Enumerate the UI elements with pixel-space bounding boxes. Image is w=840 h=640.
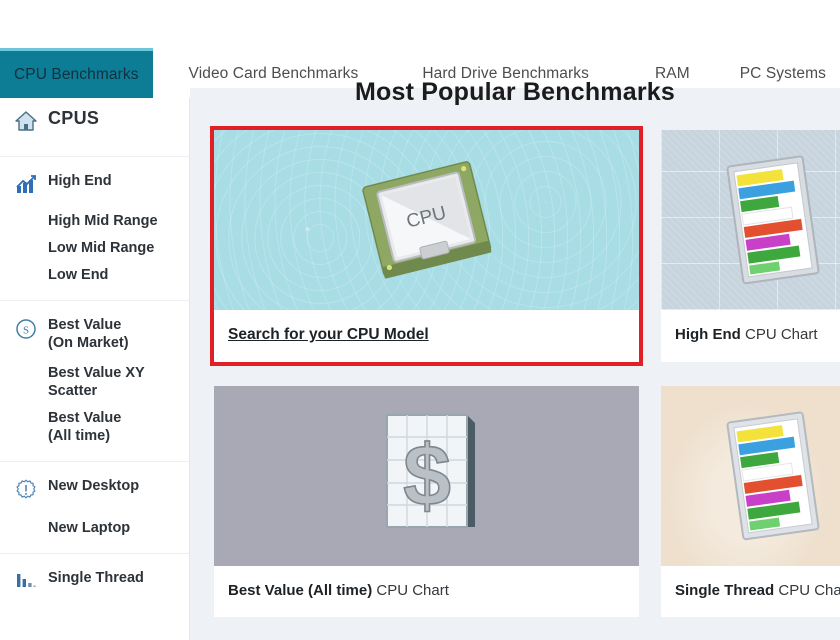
card-search-cpu-model[interactable]: CPU Search for your CPU Model bbox=[210, 126, 643, 366]
sidebar-item-label: Low Mid Range bbox=[48, 240, 155, 256]
sidebar-item-label: Best Value (On Market) bbox=[44, 316, 129, 352]
card-caption: Search for your CPU Model bbox=[214, 310, 639, 362]
sidebar-item-label: New Desktop bbox=[48, 478, 140, 494]
card-caption-rest: CPU Chart bbox=[372, 582, 449, 599]
page-title: Most Popular Benchmarks bbox=[355, 78, 675, 106]
sidebar-item-low-end[interactable]: Low End bbox=[0, 259, 189, 286]
burst-exclamation-icon bbox=[14, 477, 44, 507]
label-line-2: (On Market) bbox=[48, 335, 129, 351]
sidebar-item-best-value-all-time[interactable]: Best Value (All time) bbox=[0, 402, 189, 447]
sidebar-item-label: CPUS bbox=[48, 108, 100, 128]
card-best-value-all-time-cpu-chart[interactable]: $ Best Value (All time) CPU Chart bbox=[214, 386, 639, 617]
card-image-cpu-chip: CPU bbox=[214, 130, 639, 310]
cpu-chip-illustration: CPU bbox=[361, 161, 491, 279]
sidebar-item-new-laptop[interactable]: New Laptop bbox=[0, 512, 189, 539]
sidebar-group-new: New Desktop New Laptop bbox=[0, 462, 189, 554]
dollar-circle-icon: S bbox=[14, 316, 44, 346]
sidebar-item-label: Single Thread bbox=[48, 570, 144, 586]
card-caption: Best Value (All time) CPU Chart bbox=[214, 566, 639, 617]
svg-text:S: S bbox=[23, 325, 29, 337]
card-image-dollar-grid: $ bbox=[214, 386, 639, 566]
sidebar-group-best-value: S Best Value (On Market) Best Value XY S… bbox=[0, 301, 189, 462]
sidebar-item-high-mid-range[interactable]: High Mid Range bbox=[0, 205, 189, 232]
sidebar-item-label: Low End bbox=[48, 267, 109, 283]
card-high-end-cpu-chart[interactable]: High End CPU Chart bbox=[661, 130, 840, 362]
label-line-1: Best Value bbox=[48, 317, 122, 333]
sidebar-item-label: High End bbox=[48, 173, 112, 189]
sidebar: CPUS High End High Mid Range Low Mid Ran… bbox=[0, 98, 190, 640]
card-image-bar-chart bbox=[661, 386, 840, 566]
search-cpu-model-link[interactable]: Search for your CPU Model bbox=[228, 326, 429, 343]
sidebar-group-single-thread: Single Thread bbox=[0, 554, 189, 614]
card-caption-bold: High End bbox=[675, 326, 741, 343]
sidebar-item-low-mid-range[interactable]: Low Mid Range bbox=[0, 232, 189, 259]
home-icon bbox=[14, 109, 44, 137]
tab-label: CPU Benchmarks bbox=[13, 65, 139, 83]
sidebar-group-home: CPUS bbox=[0, 98, 189, 157]
card-caption: High End CPU Chart bbox=[661, 310, 840, 361]
sidebar-item-label: New Laptop bbox=[48, 520, 131, 536]
page-root: CPU Benchmarks Video Card Benchmarks Har… bbox=[0, 0, 840, 640]
bar-chart-icon bbox=[14, 569, 44, 595]
sidebar-item-label: Best Value XY Scatter bbox=[48, 365, 145, 399]
bar-chart-up-icon bbox=[14, 172, 44, 200]
dollar-sign-grid-illustration: $ bbox=[385, 414, 475, 528]
colored-bar-chart-illustration bbox=[726, 155, 820, 285]
sidebar-item-label: High Mid Range bbox=[48, 213, 158, 229]
benchmark-card-grid: CPU Search for your CPU Model High End C… bbox=[190, 126, 840, 617]
card-single-thread-cpu-chart[interactable]: Single Thread CPU Chart bbox=[661, 386, 840, 617]
sidebar-item-cpus[interactable]: CPUS bbox=[0, 104, 189, 142]
card-image-bar-chart bbox=[661, 130, 840, 310]
card-caption-rest: CPU Chart bbox=[740, 326, 818, 343]
card-caption: Single Thread CPU Chart bbox=[661, 566, 840, 617]
svg-text:$: $ bbox=[403, 428, 451, 524]
sidebar-item-new-desktop[interactable]: New Desktop bbox=[0, 472, 189, 512]
colored-bar-chart-illustration bbox=[726, 411, 820, 541]
card-caption-bold: Single Thread bbox=[675, 582, 775, 599]
tab-cpu-benchmarks[interactable]: CPU Benchmarks bbox=[0, 48, 153, 98]
sidebar-item-best-value-xy-scatter[interactable]: Best Value XY Scatter bbox=[0, 357, 189, 402]
sidebar-item-best-value-on-market[interactable]: S Best Value (On Market) bbox=[0, 311, 189, 357]
card-caption-rest: CPU Chart bbox=[778, 582, 840, 599]
sidebar-item-high-end[interactable]: High End bbox=[0, 167, 189, 205]
sidebar-item-single-thread[interactable]: Single Thread bbox=[0, 564, 189, 600]
sidebar-item-label: Best Value (All time) bbox=[48, 410, 122, 444]
sidebar-group-high-end: High End High Mid Range Low Mid Range Lo… bbox=[0, 157, 189, 301]
card-caption-bold: Best Value (All time) bbox=[228, 582, 373, 599]
main-content: Most Popular Benchmarks CPU Search for y… bbox=[190, 78, 840, 640]
